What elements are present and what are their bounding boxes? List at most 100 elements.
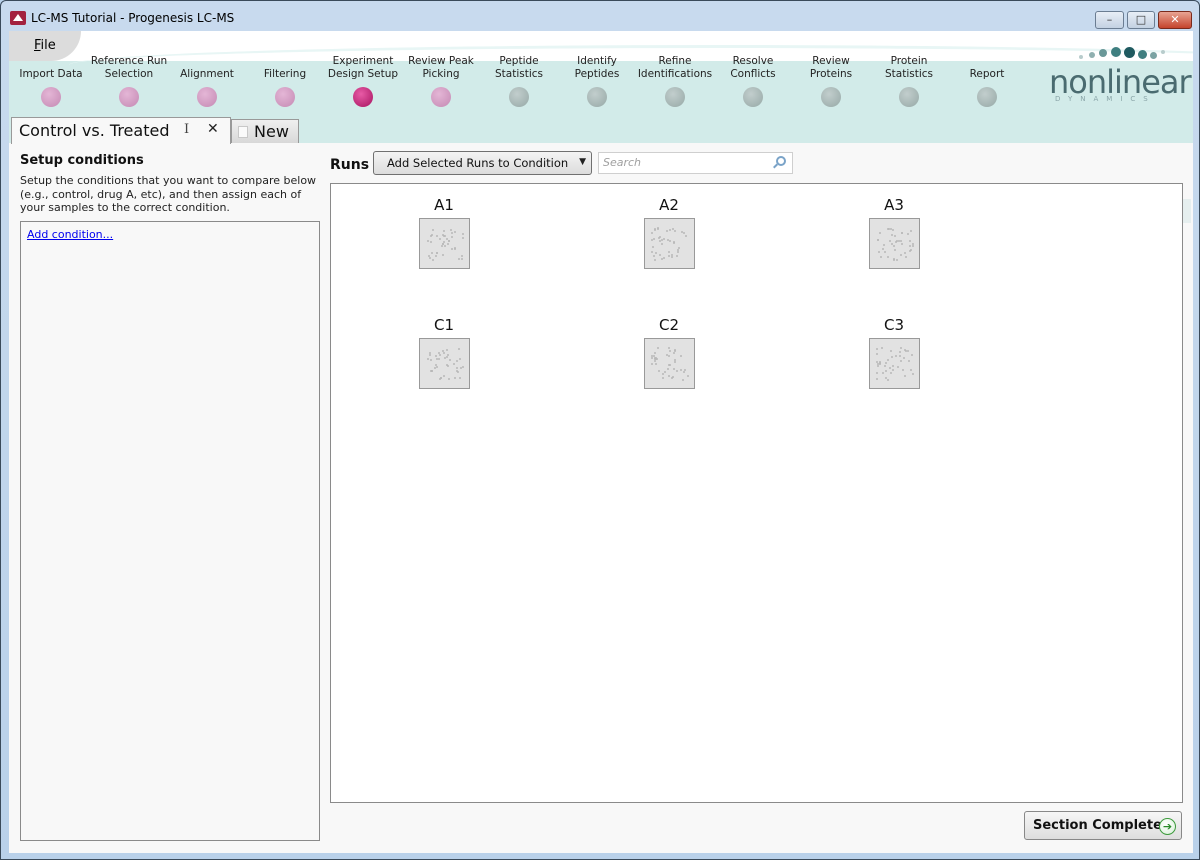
step-status-icon[interactable] [353,87,373,107]
step-status-icon[interactable] [509,87,529,107]
step-status-icon[interactable] [197,87,217,107]
workflow-step-label: Import Data [19,68,83,80]
spot-mark [668,240,671,243]
spot-mark [672,368,675,371]
workflow-step-refine-identifications[interactable]: Refine Identifications [635,55,715,107]
step-status-icon[interactable] [821,87,841,107]
spot-mark [457,347,460,350]
spot-mark [460,254,463,257]
spot-mark [904,252,907,255]
run-thumbnail-image[interactable] [643,218,695,269]
logo-dot [1089,52,1095,58]
spot-mark [432,228,435,231]
step-status-icon[interactable] [899,87,919,107]
run-thumbnail-image[interactable] [418,218,470,269]
spot-mark [673,349,676,351]
run-item-c1[interactable]: C1 [404,316,484,389]
run-thumbnail-image[interactable] [868,218,920,269]
spot-mark [884,250,887,253]
search-input[interactable] [603,156,768,169]
workflow-step-peptide-statistics[interactable]: Peptide Statistics [479,55,559,107]
spot-mark [445,363,448,366]
workflow-step-alignment[interactable]: Alignment [167,55,247,107]
step-status-icon[interactable] [977,87,997,107]
spot-mark [905,256,908,259]
spot-mark [900,347,903,350]
workflow-step-resolve-conflicts[interactable]: Resolve Conflicts [713,55,793,107]
spot-mark [451,232,454,235]
workflow-step-label: Filtering [263,68,307,80]
search-box[interactable] [598,152,793,174]
workflow-step-filtering[interactable]: Filtering [245,55,325,107]
workflow-step-report[interactable]: Report [947,55,1027,107]
step-status-icon[interactable] [431,87,451,107]
workflow-step-identify-peptides[interactable]: Identify Peptides [557,55,637,107]
minimize-button[interactable]: – [1095,11,1124,29]
step-status-icon[interactable] [41,87,61,107]
run-thumbnail-image[interactable] [868,338,920,389]
step-status-icon[interactable] [743,87,763,107]
workflow-step-label: Report [969,68,1005,80]
spot-mark [442,241,445,244]
run-item-c2[interactable]: C2 [629,316,709,389]
spot-mark [900,242,903,245]
spot-mark [461,258,464,261]
spot-mark [428,353,431,356]
spot-mark [446,348,449,351]
spot-mark [653,255,656,258]
spot-mark [887,256,890,259]
setup-conditions-description: Setup the conditions that you want to co… [20,174,317,214]
run-label: C1 [433,316,455,334]
run-item-c3[interactable]: C3 [854,316,934,389]
step-status-icon[interactable] [119,87,139,107]
spot-mark [912,372,915,375]
step-status-icon[interactable] [275,87,295,107]
run-item-a3[interactable]: A3 [854,196,934,269]
step-status-icon[interactable] [665,87,685,107]
spot-mark [662,238,665,241]
add-condition-link[interactable]: Add condition... [27,228,113,241]
workflow-step-label: Reference Run Selection [90,55,168,80]
spot-mark [658,370,661,373]
workflow-step-reference-run-selection[interactable]: Reference Run Selection [89,55,169,107]
workflow-step-experiment-design-setup[interactable]: Experiment Design Setup [323,55,403,107]
spot-mark [661,377,664,380]
close-button[interactable]: ✕ [1158,11,1192,29]
search-icon[interactable] [776,156,786,166]
maximize-button[interactable]: □ [1127,11,1155,29]
run-item-a1[interactable]: A1 [404,196,484,269]
spot-mark [890,234,893,237]
spot-mark [667,254,670,257]
run-thumbnail-image[interactable] [643,338,695,389]
logo-dot [1079,55,1083,59]
step-status-icon[interactable] [587,87,607,107]
workflow-step-label: Resolve Conflicts [730,55,776,80]
workflow-step-import-data[interactable]: Import Data [11,55,91,107]
run-thumbnail-image[interactable] [418,338,470,389]
spot-mark [652,355,655,358]
add-selected-runs-dropdown[interactable]: Add Selected Runs to Condition ▼ [373,151,592,175]
workflow-step-review-peak-picking[interactable]: Review Peak Picking [401,55,481,107]
spot-mark [444,244,447,247]
spot-mark [672,242,675,244]
tab-control-vs-treated[interactable]: Control vs. Treated I ✕ [11,117,231,144]
spot-mark [876,347,879,350]
tab-close-icon[interactable]: ✕ [207,121,219,137]
chevron-down-icon: ▼ [579,157,586,167]
spot-mark [428,351,431,354]
tab-new[interactable]: New [231,119,299,143]
spot-mark [434,363,437,366]
spot-mark [890,372,893,375]
add-runs-label: Add Selected Runs to Condition [387,156,569,170]
logo-dot [1138,50,1147,59]
spot-mark [653,351,656,354]
workflow-step-protein-statistics[interactable]: Protein Statistics [869,55,949,107]
spot-mark [675,254,678,257]
spot-mark [656,227,659,230]
logo-dot [1111,47,1121,57]
section-complete-button[interactable]: Section Complete ➔ [1024,811,1182,840]
spot-mark [653,229,656,232]
spot-mark [666,368,669,371]
run-item-a2[interactable]: A2 [629,196,709,269]
workflow-step-review-proteins[interactable]: Review Proteins [791,55,871,107]
